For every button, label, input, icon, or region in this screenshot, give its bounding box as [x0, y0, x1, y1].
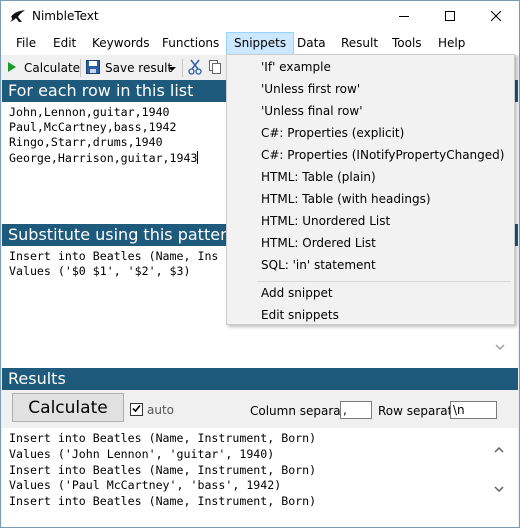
- add-snippet-item[interactable]: Add snippet: [261, 282, 333, 304]
- input-line-text: George,Harrison,guitar,1943: [9, 150, 198, 165]
- maximize-icon: [445, 10, 455, 24]
- snippet-item[interactable]: HTML: Table (with headings): [261, 188, 431, 210]
- toolbar-copy-button[interactable]: [209, 57, 221, 79]
- snippet-item[interactable]: SQL: 'in' statement: [261, 254, 376, 276]
- scroll-up-icon[interactable]: [491, 442, 507, 458]
- play-icon: [7, 61, 17, 76]
- toolbar-calculate-button[interactable]: Calculate: [7, 57, 80, 79]
- toolbar-save-result-button[interactable]: Save result: [86, 57, 172, 79]
- app-logo-icon: [9, 8, 27, 24]
- calculate-button[interactable]: Calculate: [12, 393, 124, 422]
- save-result-dropdown[interactable]: [168, 57, 176, 79]
- scroll-down-icon[interactable]: [492, 339, 508, 355]
- toolbar-separator: [80, 59, 81, 77]
- cut-icon: [188, 59, 202, 78]
- snippet-item[interactable]: HTML: Ordered List: [261, 232, 376, 254]
- save-icon: [86, 59, 100, 77]
- results-textarea[interactable]: Insert into Beatles (Name, Instrument, B…: [2, 428, 518, 527]
- menu-functions[interactable]: Functions: [155, 32, 226, 55]
- toolbar-cut-button[interactable]: [188, 57, 202, 79]
- result-line: Insert into Beatles (Name, Instrument, B…: [9, 494, 317, 509]
- snippet-item[interactable]: 'Unless first row': [261, 78, 360, 100]
- text-caret: [197, 150, 199, 164]
- snippet-item[interactable]: C#: Properties (INotifyPropertyChanged): [261, 144, 504, 166]
- close-icon: [490, 10, 502, 24]
- results-panel-header: Results: [2, 368, 518, 390]
- menu-edit[interactable]: Edit: [46, 32, 83, 55]
- result-line: Insert into Beatles (Name, Instrument, B…: [9, 431, 317, 445]
- result-line: Values ('Paul McCartney', 'bass', 1942): [9, 478, 282, 493]
- row-separator-input[interactable]: \n: [450, 401, 497, 419]
- toolbar-separator: [182, 59, 183, 77]
- menu-help[interactable]: Help: [431, 32, 472, 55]
- snippet-item[interactable]: HTML: Unordered List: [261, 210, 390, 232]
- window-title: NimbleText: [32, 9, 99, 23]
- menu-tools[interactable]: Tools: [385, 32, 429, 55]
- toolbar-calculate-label: Calculate: [24, 61, 81, 75]
- maximize-button[interactable]: [427, 1, 473, 32]
- result-line: Insert into Beatles (Name, Instrument, B…: [9, 462, 317, 477]
- menu-bar: File Edit Keywords Functions Snippets Da…: [1, 32, 519, 55]
- toolbar-save-result-label: Save result: [105, 61, 173, 75]
- menu-file[interactable]: File: [9, 32, 43, 55]
- copy-icon: [209, 59, 221, 77]
- snippet-item[interactable]: C#: Properties (explicit): [261, 122, 404, 144]
- app-window: NimbleText File Edit Keywords Functions …: [0, 0, 520, 528]
- checkmark-icon: [132, 404, 141, 416]
- snippet-item[interactable]: 'If' example: [261, 56, 331, 78]
- title-bar: NimbleText: [1, 1, 519, 32]
- auto-label: auto: [147, 403, 175, 417]
- minimize-icon: [399, 10, 409, 24]
- snippets-dropdown-menu: 'If' example 'Unless first row' 'Unless …: [226, 54, 515, 325]
- menu-snippets[interactable]: Snippets: [226, 32, 295, 55]
- dropdown-arrow-icon: [168, 61, 176, 75]
- snippet-item[interactable]: HTML: Table (plain): [261, 166, 376, 188]
- menu-data[interactable]: Data: [290, 32, 333, 55]
- menu-result[interactable]: Result: [334, 32, 385, 55]
- menu-keywords[interactable]: Keywords: [85, 32, 157, 55]
- auto-checkbox[interactable]: [130, 403, 143, 416]
- snippet-item[interactable]: 'Unless final row': [261, 100, 363, 122]
- scroll-down-icon[interactable]: [491, 481, 507, 497]
- column-separator-input[interactable]: ,: [340, 401, 372, 419]
- minimize-button[interactable]: [381, 1, 427, 32]
- close-button[interactable]: [473, 1, 519, 32]
- results-controls: Calculate auto Column separator , Row se…: [2, 390, 518, 428]
- result-line: Values ('John Lennon', 'guitar', 1940): [9, 446, 275, 461]
- edit-snippets-item[interactable]: Edit snippets: [261, 304, 339, 326]
